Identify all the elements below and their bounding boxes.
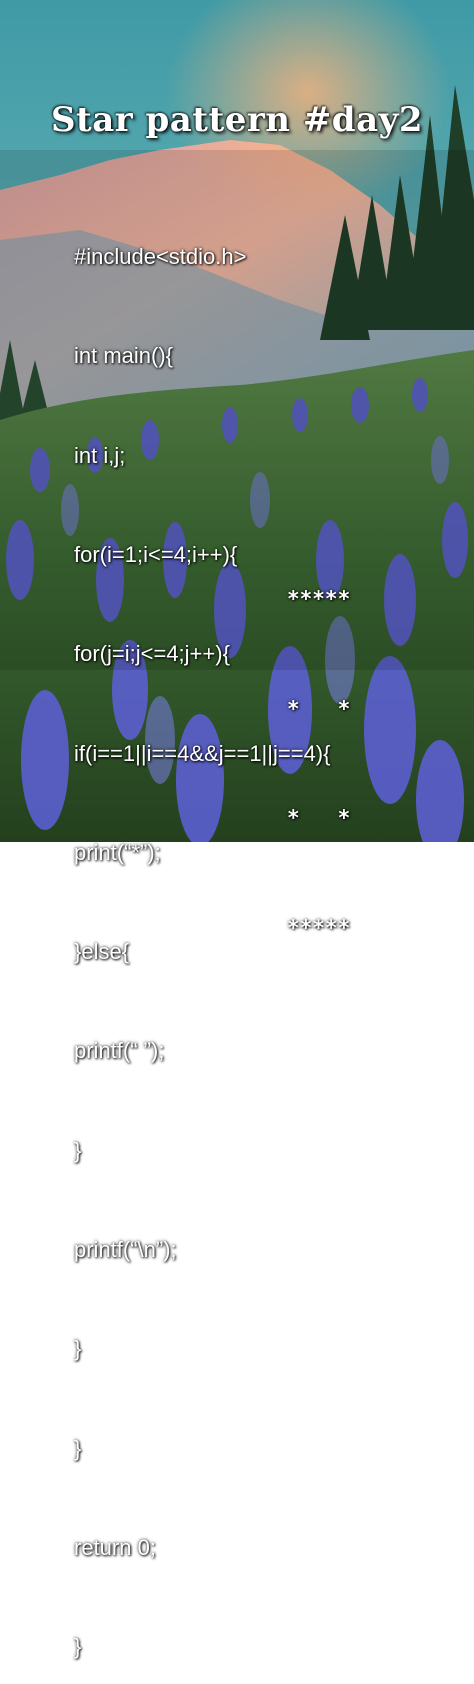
code-line: } [74, 1137, 82, 1163]
code-line: return 0; [74, 1534, 156, 1560]
code-line: } [74, 1435, 82, 1461]
star-pattern-output: ***** * * * * ***** [287, 508, 350, 983]
code-line: int main(){ [74, 343, 174, 369]
code-line: printf(“\n”); [74, 1237, 177, 1262]
output-row: ***** [287, 587, 351, 611]
code-line: } [74, 1634, 82, 1660]
code-line: #include<stdio.h> [74, 244, 247, 270]
output-row: ***** [287, 915, 351, 940]
output-row: * * [287, 696, 351, 721]
code-line: printf(“ ”); [74, 1038, 165, 1064]
code-line: int i,j; [74, 442, 126, 468]
page-title: Star pattern #day2 [50, 100, 424, 140]
code-line: } [74, 1336, 82, 1362]
output-row: * * [287, 806, 351, 830]
